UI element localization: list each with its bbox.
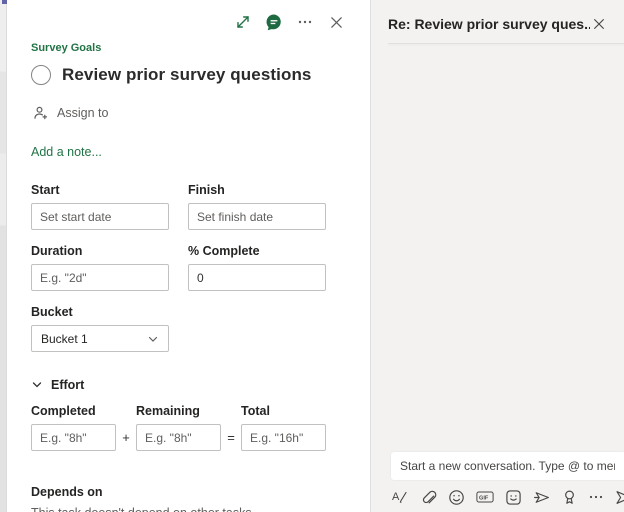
task-fields-form: Start Finish Duration % Complete Bucket … <box>7 159 370 512</box>
plus-operator: + <box>116 430 136 445</box>
duration-label: Duration <box>31 244 169 258</box>
total-label: Total <box>241 404 326 418</box>
assign-to-label: Assign to <box>57 106 108 120</box>
equals-operator: = <box>221 430 241 445</box>
remaining-label: Remaining <box>136 404 221 418</box>
chevron-down-icon <box>31 379 43 391</box>
close-icon[interactable] <box>590 15 608 33</box>
percent-complete-input[interactable] <box>188 264 326 291</box>
effort-remaining-input[interactable] <box>136 424 221 451</box>
percent-complete-label: % Complete <box>188 244 326 258</box>
effort-fields: Completed Remaining Total + = <box>31 404 346 451</box>
task-title-row: Review prior survey questions <box>31 65 370 85</box>
format-icon[interactable]: A <box>391 488 409 506</box>
person-add-icon <box>33 105 49 121</box>
completed-label: Completed <box>31 404 116 418</box>
effort-section-label: Effort <box>51 378 84 392</box>
plan-category-label[interactable]: Survey Goals <box>31 42 370 54</box>
bucket-select[interactable]: Bucket 1 <box>31 325 169 352</box>
new-conversation-input[interactable] <box>391 452 624 480</box>
effort-section-toggle[interactable]: Effort <box>31 378 346 392</box>
praise-icon[interactable] <box>562 488 577 506</box>
sticker-icon[interactable] <box>505 488 522 506</box>
effort-total-input[interactable] <box>241 424 326 451</box>
finish-label: Finish <box>188 183 326 197</box>
add-note-link[interactable]: Add a note... <box>31 145 370 159</box>
expand-icon[interactable] <box>234 13 252 31</box>
bucket-label: Bucket <box>31 305 346 319</box>
depends-on-text: This task doesn't depend on other tasks <box>31 506 346 512</box>
more-icon[interactable] <box>588 488 604 506</box>
assign-to-button[interactable]: Assign to <box>33 105 370 121</box>
start-label: Start <box>31 183 169 197</box>
send-icon[interactable] <box>615 488 624 506</box>
gif-icon[interactable]: GIF <box>476 488 494 506</box>
task-detail-panel: Survey Goals Review prior survey questio… <box>7 0 370 512</box>
duration-input[interactable] <box>31 264 169 291</box>
conversation-messages-area <box>371 44 624 452</box>
svg-text:GIF: GIF <box>479 496 489 502</box>
compose-area: A G <box>371 452 624 512</box>
stream-icon[interactable] <box>533 488 551 506</box>
task-panel-toolbar <box>7 0 370 31</box>
conversation-panel: Re: Review prior survey ques... A <box>370 0 624 512</box>
more-icon[interactable] <box>296 13 314 31</box>
bucket-selected-value: Bucket 1 <box>41 332 88 346</box>
svg-text:A: A <box>392 491 400 503</box>
conversation-header: Re: Review prior survey ques... <box>371 0 624 43</box>
task-title[interactable]: Review prior survey questions <box>62 65 311 85</box>
complete-task-circle[interactable] <box>31 65 51 85</box>
conversation-title: Re: Review prior survey ques... <box>388 16 590 32</box>
start-date-input[interactable] <box>31 203 169 230</box>
attach-icon[interactable] <box>420 488 437 506</box>
emoji-icon[interactable] <box>448 488 465 506</box>
effort-completed-input[interactable] <box>31 424 116 451</box>
compose-toolbar: A G <box>391 488 624 506</box>
background-app-strip <box>0 0 7 512</box>
finish-date-input[interactable] <box>188 203 326 230</box>
chat-bubble-icon[interactable] <box>265 13 283 31</box>
close-icon[interactable] <box>327 13 345 31</box>
depends-on-label: Depends on <box>31 485 346 499</box>
chevron-down-icon <box>147 333 159 345</box>
